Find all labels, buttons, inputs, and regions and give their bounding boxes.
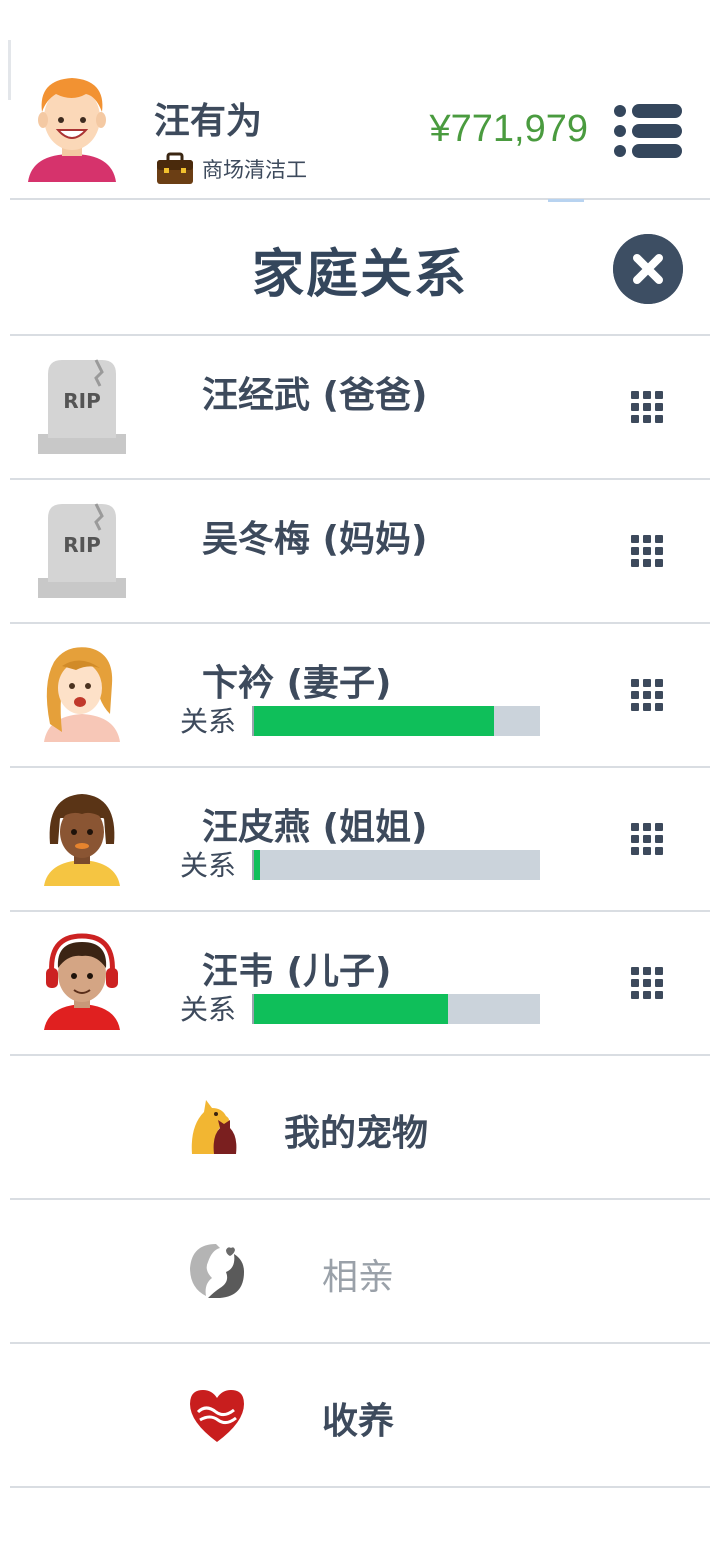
action-label: 我的宠物 bbox=[284, 1113, 429, 1154]
relationship-label: 关系 bbox=[180, 849, 237, 882]
family-list: RIP 汪经武 (爸爸) RIP 吴冬梅 (妈妈) 卞衿 (妻子) 关系 汪皮燕… bbox=[0, 336, 720, 1056]
family-member-name: 汪经武 (爸爸) bbox=[202, 375, 428, 416]
close-button[interactable] bbox=[613, 234, 683, 304]
my-pets-button[interactable]: 我的宠物 bbox=[10, 1056, 710, 1200]
tab-indicator bbox=[548, 199, 584, 202]
son-avatar-icon bbox=[44, 933, 120, 1030]
job-title: 商场清洁工 bbox=[202, 158, 307, 182]
dating-button[interactable]: 相亲 bbox=[10, 1200, 710, 1344]
player-avatar bbox=[28, 78, 116, 182]
action-label: 收养 bbox=[322, 1401, 395, 1442]
dating-icon bbox=[190, 1244, 244, 1298]
sister-avatar-icon bbox=[44, 794, 120, 886]
family-member-name: 吴冬梅 (妈妈) bbox=[202, 519, 428, 560]
family-member-row[interactable]: RIP 吴冬梅 (妈妈) bbox=[10, 480, 710, 624]
action-list: 我的宠物 相亲 收养 bbox=[0, 1056, 720, 1488]
family-member-row[interactable]: RIP 汪经武 (爸爸) bbox=[10, 336, 710, 480]
player-name: 汪有为 bbox=[154, 101, 263, 142]
briefcase-icon bbox=[157, 152, 193, 184]
header-divider bbox=[10, 198, 710, 200]
tombstone-rip-icon: RIP bbox=[38, 359, 126, 454]
grid-menu-icon[interactable] bbox=[630, 390, 664, 424]
family-member-name: 卞衿 (妻子) bbox=[202, 663, 392, 704]
tombstone-rip-icon: RIP bbox=[38, 503, 126, 598]
family-member-row[interactable]: 汪皮燕 (姐姐) 关系 bbox=[10, 768, 710, 912]
player-header: 汪有为 商场清洁工 ¥771,979 bbox=[0, 0, 720, 200]
relationship-fill bbox=[254, 706, 495, 736]
grid-menu-icon[interactable] bbox=[630, 966, 664, 1000]
menu-list-icon[interactable] bbox=[612, 102, 684, 160]
relationship-label: 关系 bbox=[180, 705, 237, 738]
family-member-name: 汪韦 (儿子) bbox=[202, 951, 392, 992]
relationship-label: 关系 bbox=[180, 993, 237, 1026]
relationship-bar bbox=[252, 706, 540, 736]
relationship-bar bbox=[252, 994, 540, 1024]
grid-menu-icon[interactable] bbox=[630, 678, 664, 712]
grid-menu-icon[interactable] bbox=[630, 534, 664, 568]
relationship-fill bbox=[254, 850, 260, 880]
tombstone-text: RIP bbox=[63, 389, 101, 413]
wife-avatar-icon bbox=[44, 647, 120, 742]
family-member-row[interactable]: 汪韦 (儿子) 关系 bbox=[10, 912, 710, 1056]
family-member-name: 汪皮燕 (姐姐) bbox=[202, 807, 428, 848]
action-label: 相亲 bbox=[322, 1257, 395, 1298]
page-title: 家庭关系 bbox=[251, 245, 468, 305]
adoption-button[interactable]: 收养 bbox=[10, 1344, 710, 1488]
relationship-bar bbox=[252, 850, 540, 880]
tombstone-text: RIP bbox=[63, 533, 101, 557]
family-member-row[interactable]: 卞衿 (妻子) 关系 bbox=[10, 624, 710, 768]
relationship-fill bbox=[254, 994, 449, 1024]
adoption-heart-icon bbox=[190, 1390, 244, 1442]
job-row: 商场清洁工 bbox=[156, 152, 307, 186]
grid-menu-icon[interactable] bbox=[630, 822, 664, 856]
money-balance: ¥771,979 bbox=[429, 108, 589, 150]
pet-icon bbox=[191, 1100, 237, 1154]
